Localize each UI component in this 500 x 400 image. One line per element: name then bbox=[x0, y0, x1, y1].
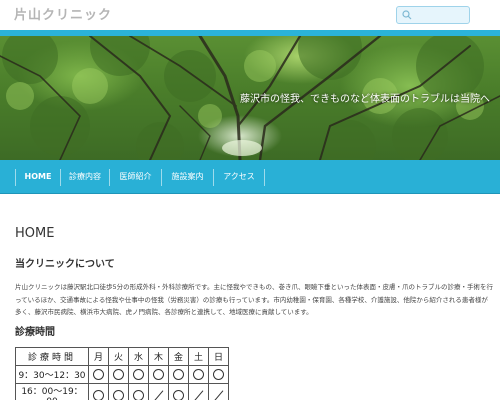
open-circle-mark bbox=[113, 369, 124, 380]
hero-banner: 藤沢市の怪我、できものなど体表面のトラブルは当院へ bbox=[0, 36, 500, 160]
mark-cell bbox=[148, 365, 169, 384]
day-header: 水 bbox=[128, 347, 149, 366]
mark-cell bbox=[188, 383, 209, 400]
table-row: 9：30～12：30 bbox=[15, 365, 229, 384]
about-heading: 当クリニックについて bbox=[15, 259, 115, 270]
time-slot-cell: 9：30～12：30 bbox=[15, 365, 89, 384]
mark-cell bbox=[148, 383, 169, 400]
closed-slash-mark bbox=[193, 390, 205, 400]
search-icon bbox=[402, 10, 412, 20]
time-slot-cell: 16：00～19：00 bbox=[15, 383, 89, 400]
search-box[interactable] bbox=[396, 6, 470, 24]
open-circle-mark bbox=[93, 369, 104, 380]
table-header-row: 診療時間 月 火 水 木 金 土 日 bbox=[15, 347, 229, 366]
mark-cell bbox=[128, 383, 149, 400]
mark-cell bbox=[88, 365, 109, 384]
mark-cell bbox=[188, 365, 209, 384]
mark-cell bbox=[128, 365, 149, 384]
mark-cell bbox=[208, 383, 229, 400]
mark-cell bbox=[108, 365, 129, 384]
hero-tagline: 藤沢市の怪我、できものなど体表面のトラブルは当院へ bbox=[240, 94, 490, 105]
open-circle-mark bbox=[113, 390, 124, 400]
hours-table: 診療時間 月 火 水 木 金 土 日 9：30～12：30 16：00～19：0… bbox=[15, 347, 229, 400]
closed-slash-mark bbox=[153, 390, 165, 400]
open-circle-mark bbox=[193, 369, 204, 380]
nav-item-services[interactable]: 診療内容 bbox=[61, 160, 109, 194]
nav-item-facility[interactable]: 施設案内 bbox=[162, 160, 213, 194]
mark-cell bbox=[168, 365, 189, 384]
mark-cell bbox=[88, 383, 109, 400]
search-input[interactable] bbox=[415, 8, 467, 22]
site-header: 片山クリニック bbox=[0, 0, 500, 30]
nav-item-doctor[interactable]: 医師紹介 bbox=[110, 160, 161, 194]
page-title: HOME bbox=[15, 226, 55, 241]
site-title[interactable]: 片山クリニック bbox=[14, 4, 112, 23]
day-header: 月 bbox=[88, 347, 109, 366]
day-header: 金 bbox=[168, 347, 189, 366]
open-circle-mark bbox=[133, 390, 144, 400]
nav-item-access[interactable]: アクセス bbox=[214, 160, 264, 194]
mark-cell bbox=[168, 383, 189, 400]
mark-cell bbox=[108, 383, 129, 400]
day-header: 土 bbox=[188, 347, 209, 366]
open-circle-mark bbox=[173, 369, 184, 380]
open-circle-mark bbox=[213, 369, 224, 380]
day-header: 日 bbox=[208, 347, 229, 366]
mark-cell bbox=[208, 365, 229, 384]
main-nav: HOME 診療内容 医師紹介 施設案内 アクセス bbox=[0, 160, 500, 194]
hours-heading: 診療時間 bbox=[15, 327, 55, 338]
nav-item-home[interactable]: HOME bbox=[16, 160, 60, 194]
day-header: 木 bbox=[148, 347, 169, 366]
open-circle-mark bbox=[93, 390, 104, 400]
closed-slash-mark bbox=[213, 390, 225, 400]
about-text: 片山クリニックは藤沢駅北口徒歩5分の形成外科・外科診療所です。主に怪我やできもの… bbox=[15, 283, 493, 316]
open-circle-mark bbox=[153, 369, 164, 380]
day-header: 火 bbox=[108, 347, 129, 366]
table-row: 16：00～19：00 bbox=[15, 383, 229, 400]
open-circle-mark bbox=[133, 369, 144, 380]
nav-separator bbox=[264, 169, 265, 186]
table-header-cell: 診療時間 bbox=[15, 347, 89, 366]
open-circle-mark bbox=[173, 390, 184, 400]
